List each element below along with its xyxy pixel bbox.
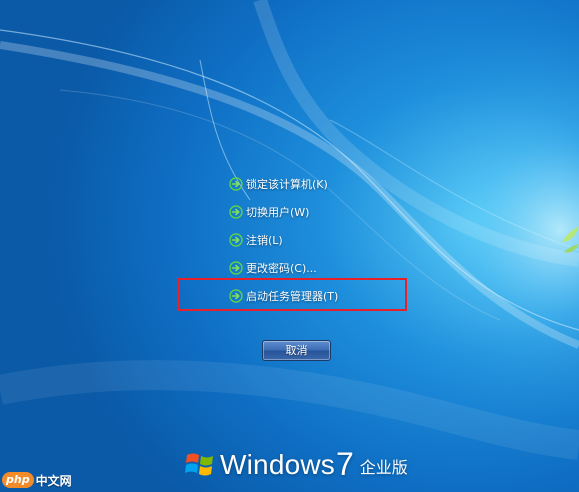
cancel-button[interactable]: 取消 bbox=[262, 340, 331, 361]
brand-edition: 企业版 bbox=[359, 458, 408, 477]
ctrl-alt-del-screen: 锁定该计算机(K) 切换用户(W) 注销(L) 更改密码(C)... 启动任务管… bbox=[0, 0, 579, 492]
windows-logo-icon bbox=[185, 453, 213, 476]
watermark: php 中文网 bbox=[2, 471, 72, 489]
watermark-text: 中文网 bbox=[35, 473, 72, 488]
menu-item-label: 锁定该计算机(K) bbox=[246, 178, 328, 191]
menu-item-switch-user[interactable]: 切换用户(W) bbox=[229, 198, 338, 226]
green-arrow-icon bbox=[229, 261, 243, 275]
windows-brand: Windows 7 企业版 bbox=[185, 440, 408, 480]
green-arrow-icon bbox=[229, 233, 243, 247]
menu-item-label: 注销(L) bbox=[246, 234, 283, 247]
brand-version: 7 bbox=[336, 446, 354, 482]
green-arrow-icon bbox=[229, 177, 243, 191]
menu-item-lock-computer[interactable]: 锁定该计算机(K) bbox=[229, 170, 338, 198]
menu-item-log-off[interactable]: 注销(L) bbox=[229, 226, 338, 254]
green-arrow-icon bbox=[229, 205, 243, 219]
watermark-badge: php bbox=[2, 472, 34, 488]
brand-name: Windows bbox=[220, 449, 335, 480]
menu-item-label: 更改密码(C)... bbox=[246, 262, 317, 275]
menu-item-label: 切换用户(W) bbox=[246, 206, 310, 219]
annotation-highlight-box bbox=[177, 278, 407, 311]
